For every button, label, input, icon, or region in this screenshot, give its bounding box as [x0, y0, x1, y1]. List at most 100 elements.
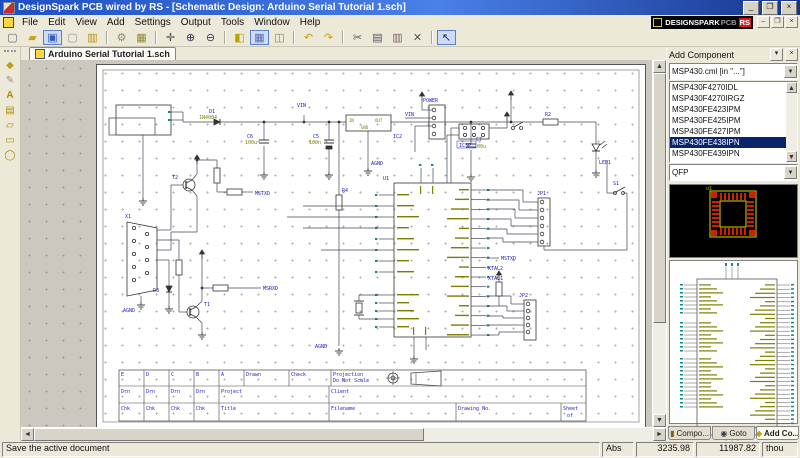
component-list-scrollbar[interactable]: ▲ ▼	[786, 82, 797, 162]
panel-tab-compo[interactable]: ▮Compo...	[668, 426, 711, 440]
select-button[interactable]: ↖	[437, 30, 456, 45]
drawing-toolbar: ◆✎A▤▱▭◯	[0, 47, 21, 441]
grid-settings-button[interactable]: ▦	[132, 30, 151, 45]
design-view-button[interactable]: ◫	[270, 30, 289, 45]
svg-text:Do Not Scale: Do Not Scale	[333, 378, 369, 384]
svg-text:100u: 100u	[474, 144, 486, 150]
svg-text:IN: IN	[349, 118, 354, 123]
scroll-left-button[interactable]: ◄	[21, 428, 34, 441]
component-list-item[interactable]: MSP430FE439IPN	[670, 148, 786, 159]
design-technology-button[interactable]: ⚙	[112, 30, 131, 45]
add-shape-rectangle-tool[interactable]: ▤	[2, 103, 18, 118]
add-text-tool[interactable]: A	[2, 88, 18, 103]
list-scroll-down-button[interactable]: ▼	[786, 151, 797, 162]
horizontal-scrollbar[interactable]: ◄ ►	[21, 427, 666, 441]
status-mode: Abs	[602, 442, 634, 457]
panel-tab-goto[interactable]: ◉Goto	[712, 426, 755, 440]
menu-item-window[interactable]: Window	[249, 17, 295, 28]
close-button[interactable]: ×	[781, 1, 797, 15]
menu-item-file[interactable]: File	[17, 17, 43, 28]
close-document-button[interactable]: ▢	[63, 30, 82, 45]
schematic-canvas[interactable]: INOUTGNDEDCBADrawnCheckProjectionDo Not …	[21, 60, 652, 427]
add-shape-ellipse-tool[interactable]: ◯	[2, 148, 18, 163]
package-combo[interactable]: QFP ▼	[669, 164, 798, 181]
library-combo[interactable]: MSP430.cml [in "..."] ▼	[669, 63, 798, 80]
svg-text:Project: Project	[221, 389, 242, 395]
scroll-up-button[interactable]: ▲	[653, 60, 666, 73]
mdi-minimize-button[interactable]: –	[757, 16, 770, 28]
add-component-panel: Add Component ▾ × MSP430.cml [in "..."] …	[666, 47, 800, 441]
panel-title: Add Component	[669, 50, 768, 60]
chevron-down-icon[interactable]: ▼	[784, 65, 797, 78]
colors-button[interactable]: ◧	[230, 30, 249, 45]
paste-button[interactable]: ▥	[388, 30, 407, 45]
undo-button[interactable]: ↶	[299, 30, 318, 45]
list-scroll-up-button[interactable]: ▲	[786, 82, 797, 93]
delete-button[interactable]: ✕	[408, 30, 427, 45]
menu-item-view[interactable]: View	[70, 17, 102, 28]
logo-rs-badge: RS	[739, 18, 751, 27]
copy-button[interactable]: ▤	[368, 30, 387, 45]
mdi-close-button[interactable]: ×	[785, 16, 798, 28]
panel-pin-button[interactable]: ▾	[770, 48, 783, 61]
svg-text:R4: R4	[342, 188, 348, 194]
cut-button[interactable]: ✂	[348, 30, 367, 45]
svg-text:Sheet: Sheet	[563, 406, 578, 412]
component-list-item[interactable]: MSP430FE438IPN	[670, 137, 786, 148]
svg-text:D3: D3	[153, 288, 159, 294]
restore-button[interactable]: ❐	[762, 1, 778, 15]
menu-item-help[interactable]: Help	[295, 17, 326, 28]
svg-text:LED1: LED1	[599, 160, 611, 166]
schematic-icon	[35, 49, 45, 59]
svg-text:S1: S1	[613, 181, 619, 187]
save-button[interactable]: ▣	[43, 30, 62, 45]
menu-item-output[interactable]: Output	[176, 17, 216, 28]
svg-text:B: B	[196, 372, 199, 378]
component-list-item[interactable]: MSP430FE423IPM	[670, 104, 786, 115]
panel-tab-label: Goto	[729, 429, 746, 438]
horizontal-scroll-thumb[interactable]	[34, 428, 424, 441]
panel-tabs: ▮Compo...◉Goto◆Add Co...	[667, 426, 800, 441]
add-component-tool[interactable]: ◆	[2, 58, 18, 73]
view-all-button[interactable]: ✛	[161, 30, 180, 45]
add-shape-polygon-tool[interactable]: ▱	[2, 118, 18, 133]
symbol-preview	[669, 260, 798, 424]
mdi-restore-button[interactable]: ❐	[771, 16, 784, 28]
svg-text:U1: U1	[383, 176, 389, 182]
library-button[interactable]: ▥	[83, 30, 102, 45]
toolbar-separator	[155, 31, 157, 44]
zoom-in-button[interactable]: ⊕	[181, 30, 200, 45]
toolbar-grip[interactable]	[4, 50, 16, 56]
zoom-out-button[interactable]: ⊖	[201, 30, 220, 45]
svg-text:ICSP: ICSP	[459, 143, 471, 149]
new-document-button[interactable]: ▢	[3, 30, 22, 45]
add-shape-line-tool[interactable]: ▭	[2, 133, 18, 148]
panel-tab-addco[interactable]: ◆Add Co...	[756, 426, 799, 440]
document-tab[interactable]: Arduino Serial Tutorial 1.sch	[29, 47, 176, 60]
svg-text:Chk: Chk	[171, 406, 180, 412]
menubar: FileEditViewAddSettingsOutputToolsWindow…	[0, 15, 800, 29]
scroll-down-button[interactable]: ▼	[653, 414, 666, 427]
minimize-button[interactable]: _	[743, 1, 759, 15]
chevron-down-icon[interactable]: ▼	[784, 166, 797, 179]
vertical-scrollbar[interactable]: ▲ ▼	[652, 60, 666, 427]
menu-item-tools[interactable]: Tools	[216, 17, 249, 28]
component-list[interactable]: MSP430F4270IDLMSP430F4270IRGZMSP430FE423…	[669, 81, 798, 163]
toolbar-separator	[224, 31, 226, 44]
component-list-item[interactable]: MSP430FE425IPM	[670, 115, 786, 126]
menu-item-settings[interactable]: Settings	[130, 17, 176, 28]
vertical-scroll-thumb[interactable]	[653, 73, 666, 323]
redo-button[interactable]: ↷	[319, 30, 338, 45]
grid-toggle-button[interactable]: ▦	[250, 30, 269, 45]
menu-item-edit[interactable]: Edit	[43, 17, 70, 28]
add-connection-tool[interactable]: ✎	[2, 73, 18, 88]
panel-close-button[interactable]: ×	[785, 48, 798, 61]
component-list-item[interactable]: MSP430F4270IRGZ	[670, 93, 786, 104]
open-button[interactable]: ▰	[23, 30, 42, 45]
menu-item-add[interactable]: Add	[102, 17, 130, 28]
scroll-right-button[interactable]: ►	[653, 428, 666, 441]
svg-text:D: D	[146, 372, 149, 378]
component-list-item[interactable]: MSP430F4270IDL	[670, 82, 786, 93]
svg-text:C: C	[171, 372, 174, 378]
component-list-item[interactable]: MSP430FE427IPM	[670, 126, 786, 137]
